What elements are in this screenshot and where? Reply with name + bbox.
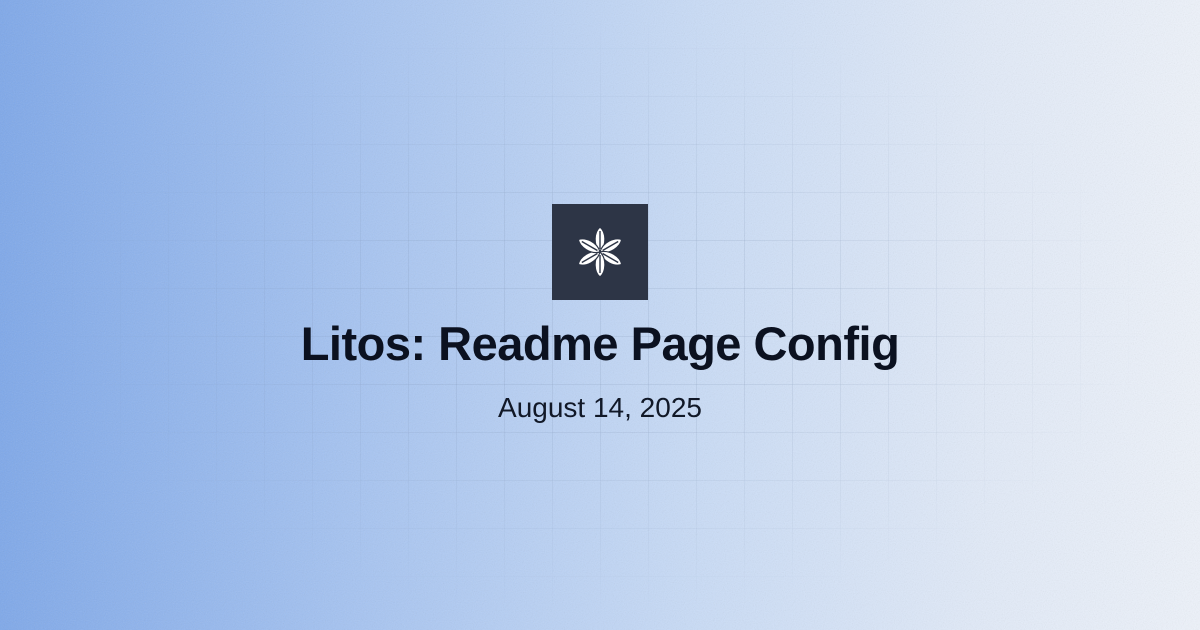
- publish-date: August 14, 2025: [498, 392, 702, 423]
- flower-asterisk-icon: [577, 226, 623, 278]
- site-logo: [552, 204, 648, 300]
- page-title: Litos: Readme Page Config: [300, 317, 900, 370]
- og-card: Litos: Readme Page Config August 14, 202…: [0, 0, 1200, 630]
